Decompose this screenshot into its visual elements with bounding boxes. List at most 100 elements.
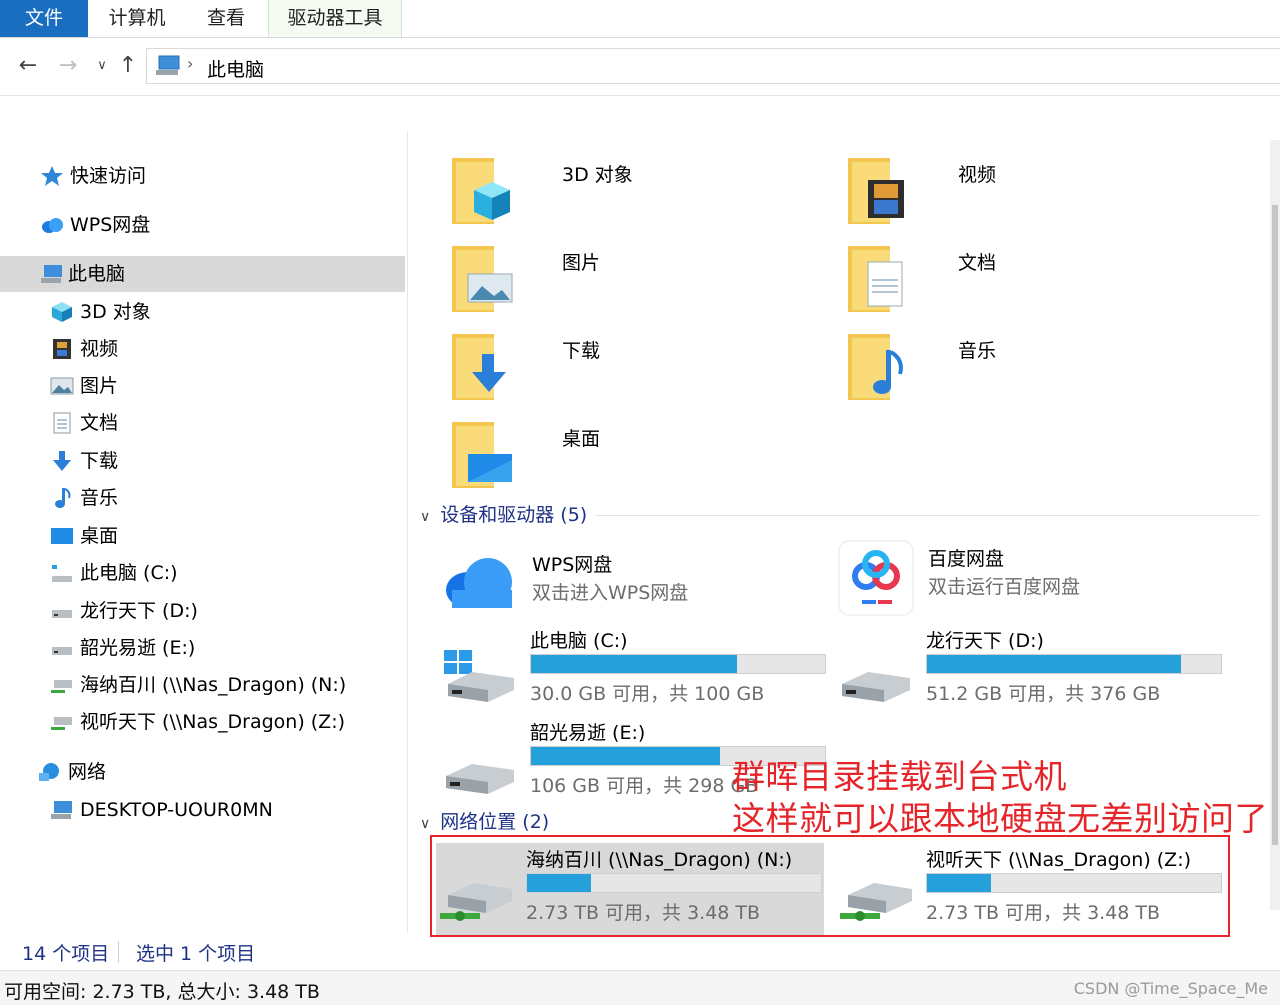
- group-header-label: 设备和驱动器 (5): [440, 504, 588, 526]
- network-drive-icon: [51, 680, 72, 693]
- forward-arrow-icon[interactable]: →: [52, 50, 84, 82]
- drive-space-text: 106 GB 可用，共 298 GB: [530, 775, 759, 797]
- watermark: CSDN @Time_Space_Me: [1073, 979, 1268, 998]
- desktop-icon: [51, 528, 73, 544]
- cube-icon: [52, 302, 72, 322]
- address-bar[interactable]: › 此电脑: [146, 48, 1280, 84]
- drive-name: 此电脑 (C:): [530, 630, 628, 652]
- annotation-highlight-box: [430, 835, 1230, 937]
- baidu-netdisk-icon: [838, 540, 914, 616]
- folder-desktop-icon: [452, 422, 512, 488]
- scrollbar-thumb[interactable]: [1272, 205, 1278, 845]
- nav-label: 网络: [68, 761, 107, 783]
- drive-usage-bar: [530, 654, 826, 674]
- drive-usage-fill: [927, 655, 1182, 673]
- nav-label: 下载: [80, 450, 119, 472]
- nav-label: 此电脑 (C:): [80, 562, 178, 584]
- space-status-bar: 可用空间: 2.73 TB, 总大小: 3.48 TB CSDN @Time_S…: [0, 970, 1280, 1005]
- folder-download-icon: [452, 334, 506, 400]
- ribbon: 文件 计算机 查看 驱动器工具: [0, 0, 1280, 38]
- navigation-pane: 快速访问 WPS网盘 此电脑 3D 对象 视频 图片 文档 下载 音乐 桌面 此…: [0, 132, 408, 932]
- nav-label: 韶光易逝 (E:): [80, 637, 196, 659]
- nav-label: WPS网盘: [70, 214, 151, 236]
- wps-cloud-item[interactable]: WPS网盘 双击进入WPS网盘: [442, 546, 834, 626]
- item-count: 14 个项目: [22, 943, 110, 965]
- app-description: 双击运行百度网盘: [928, 576, 1081, 598]
- folder-documents[interactable]: 文档: [846, 244, 1236, 330]
- computer-icon: [51, 801, 72, 819]
- app-description: 双击进入WPS网盘: [532, 582, 689, 604]
- drive-space-text: 51.2 GB 可用，共 376 GB: [926, 683, 1161, 705]
- drive-usage-fill: [531, 747, 721, 765]
- folder-music-icon: [848, 334, 903, 400]
- tab-view[interactable]: 查看: [186, 0, 266, 37]
- group-header-devices[interactable]: ∨ 设备和驱动器 (5): [420, 500, 587, 530]
- document-icon: [53, 412, 71, 434]
- group-header-network[interactable]: ∨ 网络位置 (2): [420, 807, 549, 837]
- nav-label: 视频: [80, 338, 119, 360]
- drive-name: 龙行天下 (D:): [926, 630, 1044, 652]
- nav-label: 龙行天下 (D:): [80, 600, 198, 622]
- folder-music[interactable]: 音乐: [846, 332, 1236, 418]
- app-name: WPS网盘: [532, 554, 613, 576]
- breadcrumb-chevron-icon[interactable]: ›: [187, 54, 193, 73]
- windows-drive-icon: [444, 650, 514, 702]
- folder-downloads[interactable]: 下载: [450, 332, 840, 418]
- annotation-line-2: 这样就可以跟本地硬盘无差别访问了: [732, 799, 1268, 838]
- tab-file[interactable]: 文件: [0, 0, 88, 37]
- folder-label: 3D 对象: [562, 164, 633, 186]
- music-note-icon: [55, 488, 71, 508]
- folder-label: 音乐: [958, 340, 997, 362]
- group-header-label: 网络位置 (2): [440, 811, 550, 833]
- drive-usage-bar: [926, 654, 1222, 674]
- folder-pictures[interactable]: 图片: [450, 244, 840, 330]
- space-info: 可用空间: 2.73 TB, 总大小: 3.48 TB: [4, 981, 320, 1003]
- annotation-line-1: 群晖目录挂载到台式机: [732, 757, 1067, 796]
- nav-label: 3D 对象: [80, 301, 151, 323]
- folder-3d-objects[interactable]: 3D 对象: [450, 156, 840, 242]
- folder-picture-icon: [452, 246, 513, 312]
- nav-label: 海纳百川 (\\Nas_Dragon) (N:): [80, 674, 347, 696]
- computer-icon: [41, 265, 62, 283]
- nav-label: 此电脑: [68, 263, 126, 285]
- status-bar: 14 个项目 选中 1 个项目: [0, 935, 1280, 967]
- folder-desktop[interactable]: 桌面: [450, 420, 840, 506]
- drive-name: 韶光易逝 (E:): [530, 722, 646, 744]
- up-arrow-icon[interactable]: ↑: [112, 50, 144, 82]
- collapse-chevron-icon[interactable]: ∨: [420, 509, 430, 525]
- content-scrollbar[interactable]: [1270, 140, 1280, 910]
- tab-computer[interactable]: 计算机: [91, 0, 183, 37]
- folder-label: 下载: [562, 340, 601, 362]
- folder-label: 文档: [958, 252, 997, 274]
- back-arrow-icon[interactable]: ←: [12, 50, 44, 82]
- drive-d[interactable]: 龙行天下 (D:) 51.2 GB 可用，共 376 GB: [836, 624, 1228, 716]
- tab-drive-tools[interactable]: 驱动器工具: [268, 0, 402, 37]
- breadcrumb-this-pc[interactable]: 此电脑: [207, 55, 264, 82]
- folder-videos[interactable]: 视频: [846, 156, 1236, 242]
- nav-label: 图片: [80, 375, 119, 397]
- folder-video-icon: [848, 158, 904, 224]
- nav-this-pc[interactable]: 此电脑: [0, 256, 405, 292]
- hard-drive-icon: [52, 647, 72, 655]
- network-drive-icon: [51, 717, 72, 730]
- nav-label: 音乐: [80, 487, 119, 509]
- star-icon: [41, 166, 63, 186]
- computer-icon: [156, 55, 180, 75]
- navigation-bar: ← → ∨ ↑ › 此电脑: [0, 38, 1280, 96]
- cloud-icon: [42, 218, 63, 233]
- hard-drive-icon: [52, 610, 72, 618]
- nav-label: 快速访问: [70, 165, 147, 187]
- baidu-netdisk-item[interactable]: 百度网盘 双击运行百度网盘: [838, 540, 1230, 620]
- network-globe-icon: [39, 763, 59, 781]
- collapse-chevron-icon[interactable]: ∨: [420, 816, 430, 832]
- hard-drive-icon: [446, 764, 514, 794]
- status-divider: [118, 941, 119, 963]
- hard-drive-icon: [842, 672, 910, 702]
- drive-c[interactable]: 此电脑 (C:) 30.0 GB 可用，共 100 GB: [440, 624, 832, 716]
- folder-label: 图片: [562, 252, 601, 274]
- windows-drive-icon: [52, 565, 72, 582]
- download-arrow-icon: [53, 451, 71, 471]
- folder-label: 视频: [958, 164, 997, 186]
- drive-space-text: 30.0 GB 可用，共 100 GB: [530, 683, 765, 705]
- nav-label: 文档: [80, 412, 119, 434]
